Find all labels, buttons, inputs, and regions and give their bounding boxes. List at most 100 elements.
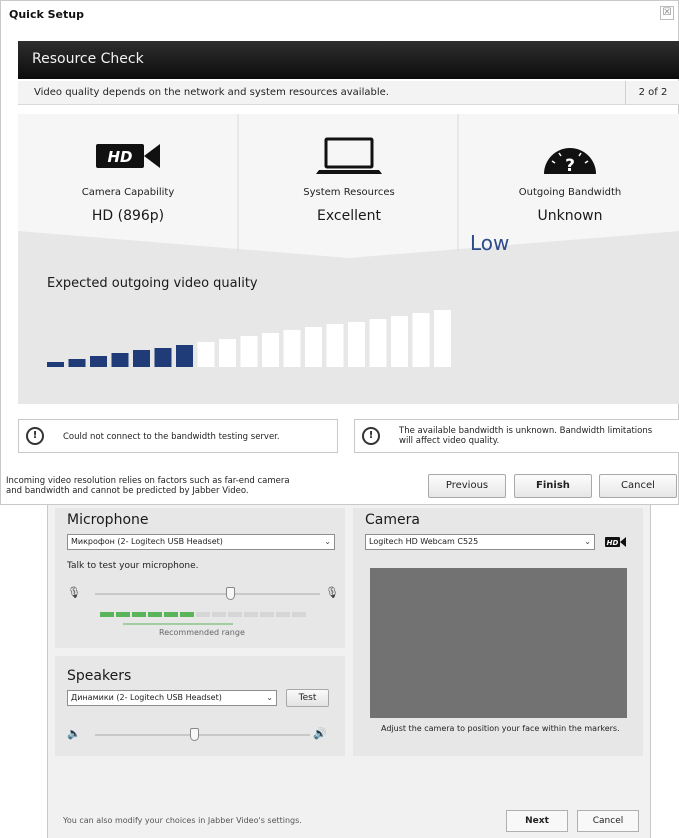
microphone-volume-thumb[interactable] (226, 587, 235, 600)
hd-camera-icon: HD (96, 144, 160, 168)
close-icon[interactable]: ☒ (660, 6, 674, 20)
camera-capability-label: Camera Capability (81, 187, 175, 198)
microphone-icon: 🎙 (325, 586, 339, 599)
next-button[interactable]: Next (506, 810, 568, 832)
quality-segment (176, 345, 193, 367)
quality-segment (262, 333, 279, 367)
quality-segment (283, 330, 301, 367)
microphone-dropdown[interactable]: Микрофон (2- Logitech USB Headset) ⌄ (67, 534, 335, 550)
quality-segment (90, 356, 107, 367)
level-segment (164, 612, 178, 617)
bandwidth-notice-text: The available bandwidth is unknown. Band… (399, 426, 652, 446)
quality-value: Low (470, 231, 510, 255)
quality-segment (197, 342, 215, 367)
level-segment (196, 612, 210, 617)
cancel-button[interactable]: Cancel (599, 474, 677, 498)
hd-icon-text: HD (107, 148, 132, 166)
camera-capability-value: HD (896p) (91, 208, 165, 224)
gauge-question-mark: ? (565, 156, 575, 176)
speakers-volume-thumb[interactable] (189, 728, 199, 741)
hd-camera-icon: HD (605, 537, 626, 547)
microphone-title: Microphone (67, 512, 149, 528)
level-segment (292, 612, 306, 617)
bandwidth-notice: ! The available bandwidth is unknown. Ba… (354, 419, 679, 453)
camera-hd-badge: HD (607, 539, 619, 547)
quality-title: Expected outgoing video quality (47, 276, 258, 291)
quality-segment (348, 322, 365, 367)
camera-capability: HD Camera Capability HD (896p) (18, 114, 238, 249)
camera-preview (370, 568, 627, 718)
quick-setup-dialog: Quick Setup ☒ Resource Check Video quali… (0, 0, 679, 505)
speakers-volume-slider[interactable] (95, 734, 310, 736)
recommended-range-marker (123, 623, 233, 625)
microphone-panel: Microphone Микрофон (2- Logitech USB Hea… (55, 508, 345, 648)
dialog-title: Quick Setup (9, 8, 84, 21)
resource-check-header: Resource Check (18, 41, 679, 79)
quality-segment (369, 319, 387, 367)
quality-segment (219, 339, 236, 367)
subheader-text: Video quality depends on the network and… (34, 87, 389, 98)
level-segment (260, 612, 274, 617)
step-indicator: 2 of 2 (625, 81, 679, 105)
previous-button[interactable]: Previous (428, 474, 506, 498)
connection-notice-text: Could not connect to the bandwidth testi… (63, 432, 280, 442)
chevron-down-icon: ⌄ (266, 693, 273, 702)
warning-icon: ! (362, 427, 380, 445)
level-segment (212, 612, 226, 617)
camera-hint: Adjust the camera to position your face … (381, 724, 620, 733)
level-segment (100, 612, 114, 617)
level-segment (116, 612, 130, 617)
incoming-video-note: Incoming video resolution relies on fact… (6, 476, 346, 496)
quality-segment (154, 348, 172, 367)
level-segment (228, 612, 242, 617)
device-setup-dialog: Microphone Микрофон (2- Logitech USB Hea… (47, 500, 651, 838)
device-cancel-button[interactable]: Cancel (577, 810, 639, 832)
outgoing-bandwidth-value: Unknown (537, 208, 603, 224)
outgoing-bandwidth: ? Outgoing Bandwidth Unknown (460, 114, 679, 249)
bandwidth-notice-line2: will affect video quality. (399, 436, 500, 446)
system-resources-value: Excellent (317, 208, 381, 224)
settings-hint: You can also modify your choices in Jabb… (63, 816, 302, 825)
incoming-video-note-line1: Incoming video resolution relies on fact… (6, 476, 290, 486)
speaker-loud-icon: 🔊 (313, 727, 327, 740)
quality-segment (391, 316, 408, 367)
level-segment (244, 612, 258, 617)
camera-panel: Camera Logitech HD Webcam C525 ⌄ HD Adju… (353, 508, 643, 756)
finish-button[interactable]: Finish (514, 474, 592, 498)
camera-title: Camera (365, 512, 420, 528)
recommended-range-label: Recommended range (159, 628, 245, 637)
chevron-down-icon: ⌄ (324, 537, 331, 546)
page-title: Resource Check (32, 51, 144, 67)
laptop-icon (316, 137, 382, 174)
speedometer-icon: ? (544, 148, 596, 176)
camera-dropdown-value: Logitech HD Webcam C525 (369, 537, 479, 546)
microphone-test-label: Talk to test your microphone. (67, 561, 199, 571)
speakers-panel: Speakers Динамики (2- Logitech USB Heads… (55, 656, 345, 756)
resource-summary: HD Camera Capability HD (896p) System Re… (18, 114, 679, 404)
speakers-title: Speakers (67, 668, 132, 684)
quality-segment (412, 313, 430, 367)
quality-segment (326, 324, 344, 367)
quality-segment (111, 353, 129, 367)
microphone-level-meter (100, 612, 306, 617)
speakers-test-button[interactable]: Test (286, 689, 329, 707)
level-segment (180, 612, 194, 617)
subheader: Video quality depends on the network and… (18, 81, 679, 105)
system-resources: System Resources Excellent (239, 114, 459, 249)
connection-notice: ! Could not connect to the bandwidth tes… (18, 419, 338, 453)
quality-segment (47, 362, 64, 367)
incoming-video-note-line2: and bandwidth and cannot be predicted by… (6, 486, 249, 496)
quality-segment (133, 350, 150, 367)
microphone-dropdown-value: Микрофон (2- Logitech USB Headset) (71, 537, 223, 546)
camera-dropdown[interactable]: Logitech HD Webcam C525 ⌄ (365, 534, 595, 550)
quality-segment (305, 327, 322, 367)
level-segment (132, 612, 146, 617)
quality-segment (434, 310, 451, 367)
speakers-dropdown-value: Динамики (2- Logitech USB Headset) (71, 693, 222, 702)
speakers-dropdown[interactable]: Динамики (2- Logitech USB Headset) ⌄ (67, 690, 277, 706)
speaker-muted-icon: 🔈 (67, 727, 81, 740)
system-resources-label: System Resources (303, 187, 395, 198)
level-segment (276, 612, 290, 617)
microphone-volume-slider[interactable] (95, 593, 320, 595)
quality-segment (68, 359, 86, 367)
